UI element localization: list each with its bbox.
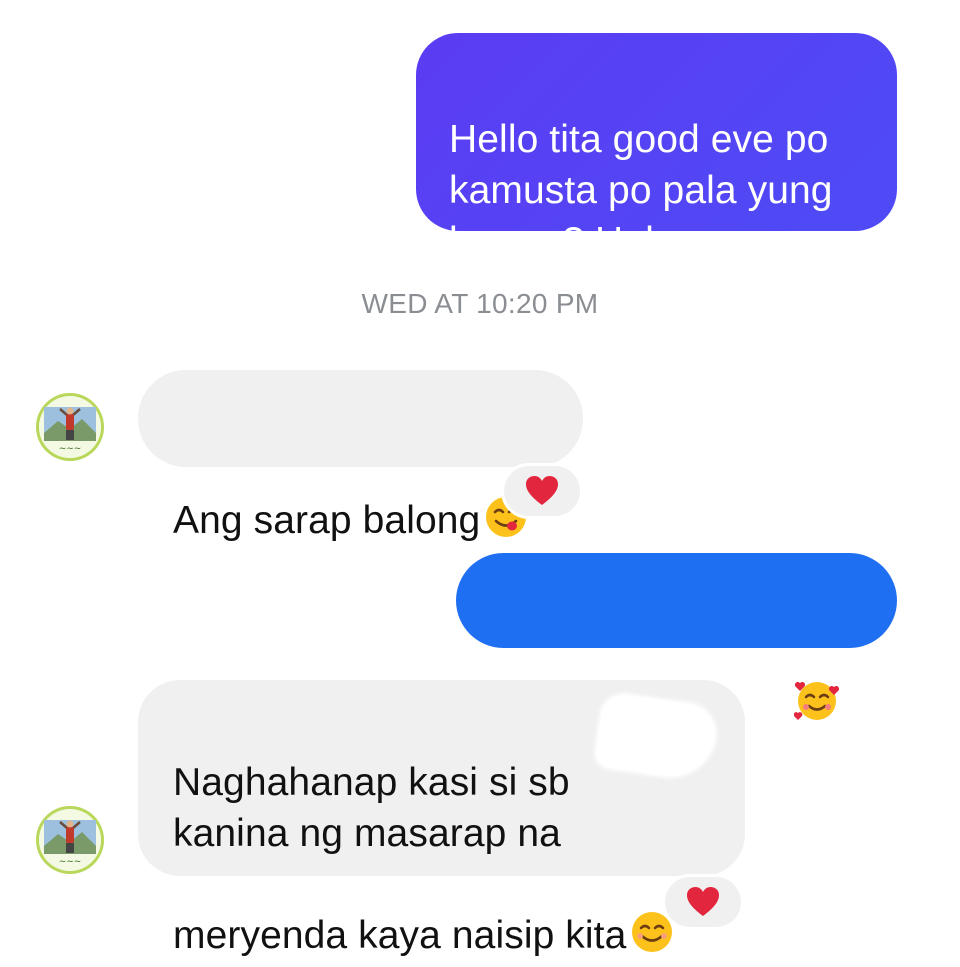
message-text: Ang sarap balong <box>173 499 481 542</box>
message-text: Naghahanap kasi si sb kanina ng masarap … <box>173 761 627 957</box>
contact-avatar[interactable]: ~~~ <box>36 806 104 874</box>
avatar-image: ~~~ <box>39 809 101 871</box>
avatar-image: ~~~ <box>39 396 101 458</box>
reaction-badge[interactable] <box>501 463 583 519</box>
reaction-badge[interactable] <box>662 874 744 930</box>
contact-avatar[interactable]: ~~~ <box>36 393 104 461</box>
outgoing-message-bubble[interactable]: Thankyou po tita <box>456 553 897 726</box>
svg-text:~~~: ~~~ <box>59 444 82 454</box>
outgoing-message-bubble[interactable]: Hello tita good eve po kamusta po pala y… <box>416 33 897 263</box>
smiling-face-with-hearts-emoji <box>793 626 840 736</box>
heart-icon <box>687 887 719 916</box>
heart-icon <box>526 476 558 505</box>
message-timestamp: WED AT 10:20 PM <box>361 288 599 319</box>
message-text: Hello tita good eve po kamusta po pala y… <box>449 118 833 263</box>
incoming-message-bubble[interactable]: Ang sarap balong <box>138 370 583 542</box>
svg-text:~~~: ~~~ <box>59 857 82 867</box>
